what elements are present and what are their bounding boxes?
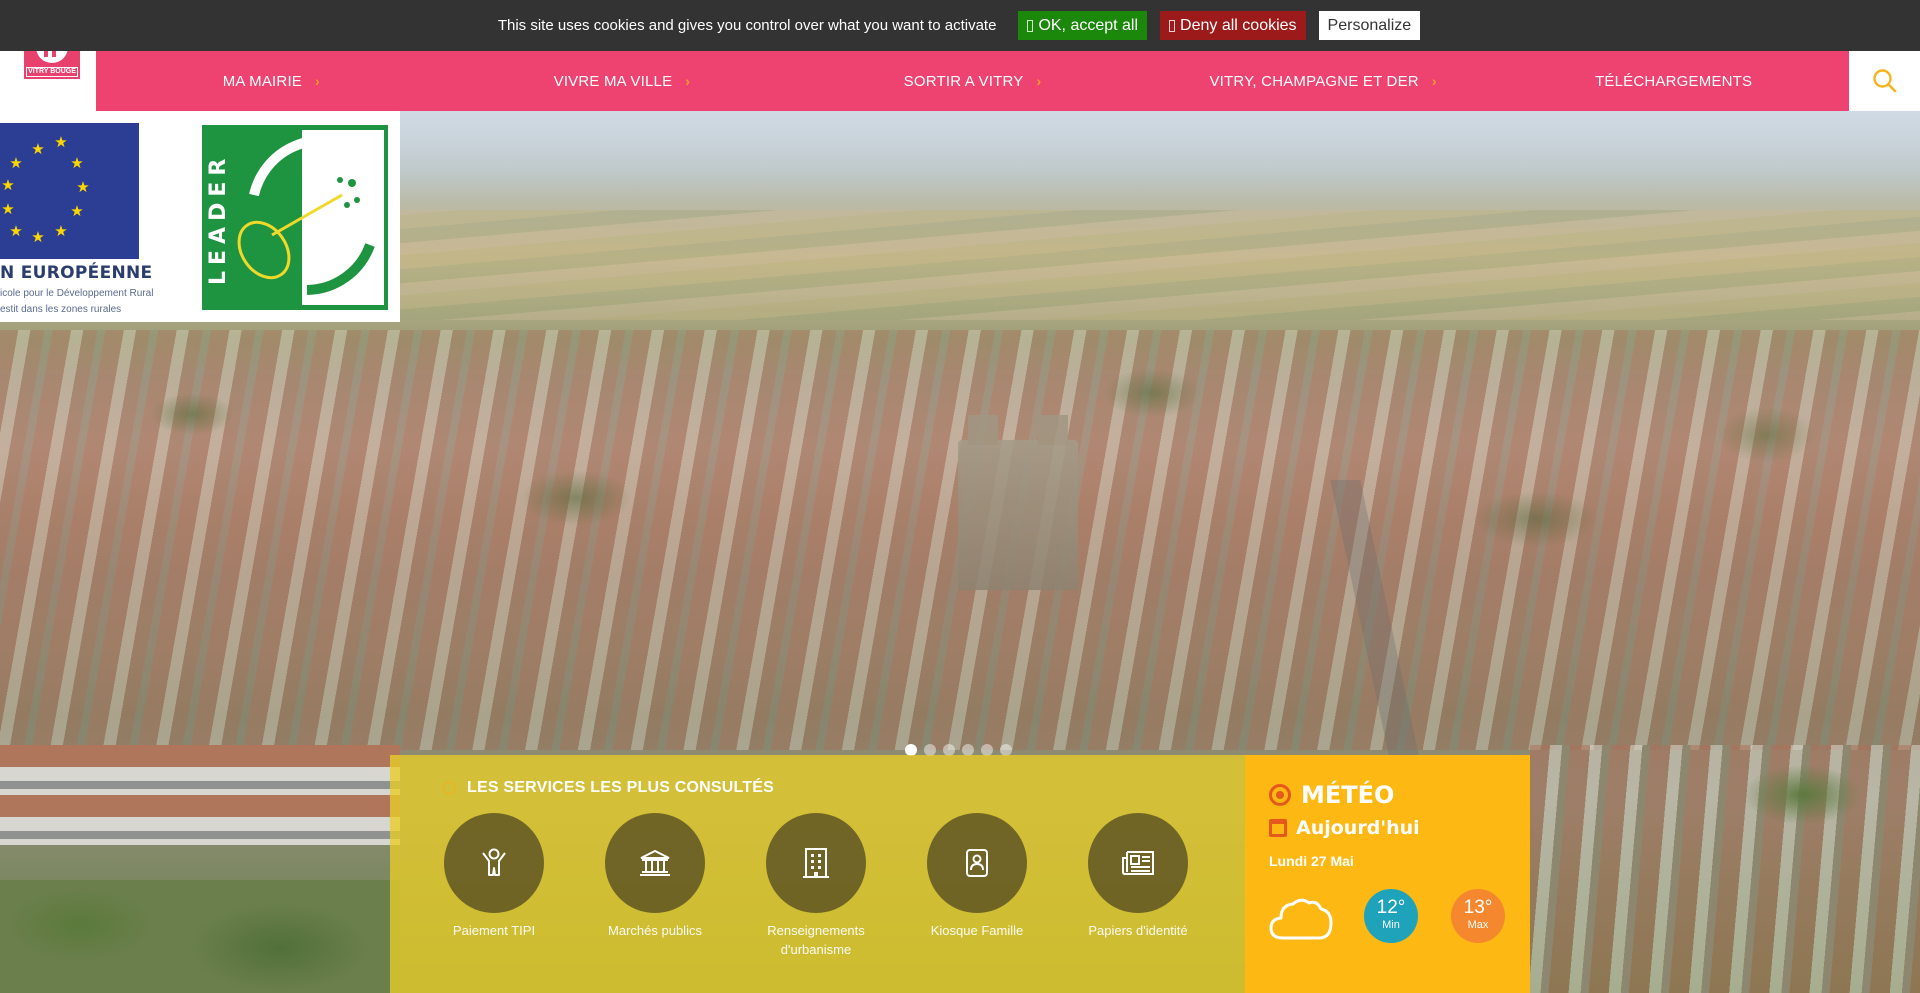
service-label: Paiement TIPI [452, 923, 536, 938]
site-logo[interactable]: VITRY BOUGE [24, 45, 80, 79]
popular-services-panel: LES SERVICES LES PLUS CONSULTÉS Paiement… [390, 755, 1245, 993]
service-icon-circle [444, 813, 544, 913]
svg-text:★: ★ [1, 176, 14, 194]
service-icon-circle [927, 813, 1027, 913]
services-heading: LES SERVICES LES PLUS CONSULTÉS [442, 779, 774, 797]
svg-text:★: ★ [31, 228, 44, 246]
newspaper-icon [1122, 851, 1154, 875]
services-title: LES SERVICES LES PLUS CONSULTÉS [467, 779, 774, 796]
weather-panel: MÉTÉO Aujourd'hui Lundi 27 Mai 12° Min 1… [1245, 755, 1530, 993]
svg-text:★: ★ [70, 202, 83, 220]
svg-text:★: ★ [54, 133, 67, 151]
cloud-icon [1269, 895, 1333, 946]
eu-leader-banner[interactable]: ★ ★ ★ ★ ★ ★ ★ ★ ★ ★ ★ N EUROPÉENNE icole pour … [0, 111, 400, 322]
svg-text:★: ★ [70, 154, 83, 172]
weather-title: MÉTÉO [1301, 781, 1395, 809]
deny-all-cookies-button[interactable]: Deny all cookies [1160, 11, 1306, 40]
person-arms-up-icon [482, 848, 506, 876]
service-label: Kiosque Famille [930, 923, 1024, 938]
svg-text:★: ★ [31, 140, 44, 158]
leader-text: LEADER [206, 152, 231, 285]
nav-label: VITRY, CHAMPAGNE ET DER [1209, 72, 1419, 90]
nav-label: MA MAIRIE [222, 72, 303, 90]
nav-item-sortir-a-vitry[interactable]: SORTIR A VITRY › [797, 51, 1148, 111]
office-building-icon [803, 848, 829, 878]
service-icon-circle [766, 813, 866, 913]
personalize-cookies-button[interactable]: Personalize [1318, 11, 1421, 40]
temperature-min: 12° Min [1364, 889, 1418, 943]
accept-all-cookies-button[interactable]: OK, accept all [1018, 11, 1148, 40]
bank-building-icon [640, 849, 670, 876]
id-badge-icon [966, 849, 988, 877]
hero-cathedral [958, 415, 1078, 590]
nav-label: SORTIR A VITRY [903, 72, 1024, 90]
chevron-right-icon: › [685, 73, 691, 89]
hero-factory-roofs [0, 745, 400, 845]
weather-subheading: Aujourd'hui [1269, 817, 1420, 839]
svg-text:★: ★ [1, 200, 14, 218]
temperature-max-value: 13° [1463, 897, 1493, 918]
service-label: Renseignements d'urbanisme [767, 923, 865, 957]
eu-flag: ★ ★ ★ ★ ★ ★ ★ ★ ★ ★ ★ [0, 123, 139, 259]
eu-subtitle-line1: icole pour le Développement Rural [0, 288, 154, 299]
check-icon [1027, 19, 1034, 32]
temperature-max: 13° Max [1451, 889, 1505, 943]
cookie-message: This site uses cookies and gives you con… [497, 17, 997, 34]
svg-text:★: ★ [9, 222, 22, 240]
search-icon [1872, 69, 1896, 93]
service-paiement-tipi[interactable]: Paiement TIPI [424, 813, 564, 940]
nav-item-vitry-champagne-et-der[interactable]: VITRY, CHAMPAGNE ET DER › [1148, 51, 1499, 111]
leader-logo: LEADER [202, 125, 388, 310]
eu-subtitle-line2: estit dans les zones rurales [0, 304, 122, 315]
svg-text:★: ★ [76, 178, 89, 196]
service-renseignements-urbanisme[interactable]: Renseignements d'urbanisme [746, 813, 886, 959]
target-icon [1269, 784, 1291, 806]
main-nav: MA MAIRIE › VIVRE MA VILLE › SORTIR A VI… [96, 51, 1849, 111]
nav-label: TÉLÉCHARGEMENTS [1595, 72, 1753, 90]
temperature-min-label: Min [1382, 919, 1400, 931]
svg-text:★: ★ [9, 154, 22, 172]
service-label: Papiers d'identité [1088, 923, 1188, 938]
weather-heading: MÉTÉO [1269, 781, 1394, 809]
hero-houses-right [1530, 745, 1920, 993]
svg-text:★: ★ [54, 222, 67, 240]
target-icon [442, 781, 456, 795]
accept-all-label: OK, accept all [1038, 16, 1139, 34]
service-icon-circle [1088, 813, 1188, 913]
close-icon [1169, 19, 1176, 32]
cookie-banner: This site uses cookies and gives you con… [0, 0, 1920, 51]
temperature-max-label: Max [1467, 919, 1489, 931]
site-header: VITRY BOUGE MA MAIRIE › VIVRE MA VILLE ›… [0, 45, 1920, 111]
weather-subtitle: Aujourd'hui [1296, 817, 1420, 839]
service-icon-circle [605, 813, 705, 913]
logo-container: VITRY BOUGE [0, 45, 96, 111]
temperature-min-value: 12° [1376, 897, 1406, 918]
hero-trees [0, 880, 400, 993]
service-kiosque-famille[interactable]: Kiosque Famille [907, 813, 1047, 940]
nav-item-vivre-ma-ville[interactable]: VIVRE MA VILLE › [447, 51, 798, 111]
nav-item-telechargements[interactable]: TÉLÉCHARGEMENTS [1498, 51, 1849, 111]
logo-text: VITRY BOUGE [26, 67, 78, 77]
weather-date: Lundi 27 Mai [1269, 853, 1354, 869]
chevron-right-icon: › [1036, 73, 1042, 89]
chevron-right-icon: › [315, 73, 320, 89]
service-papiers-identite[interactable]: Papiers d'identité [1068, 813, 1208, 940]
nav-label: VIVRE MA VILLE [553, 72, 673, 90]
eu-title: N EUROPÉENNE [0, 263, 153, 283]
service-marches-publics[interactable]: Marchés publics [585, 813, 725, 940]
calendar-icon [1269, 819, 1287, 837]
service-label: Marchés publics [608, 923, 702, 938]
chevron-right-icon: › [1431, 73, 1437, 89]
nav-item-ma-mairie[interactable]: MA MAIRIE › [96, 51, 447, 111]
search-button[interactable] [1849, 51, 1920, 111]
eu-stars-icon: ★ ★★ ★ ★ ★ ★ ★ ★ ★ ★ [1, 133, 89, 246]
deny-all-label: Deny all cookies [1180, 16, 1297, 34]
